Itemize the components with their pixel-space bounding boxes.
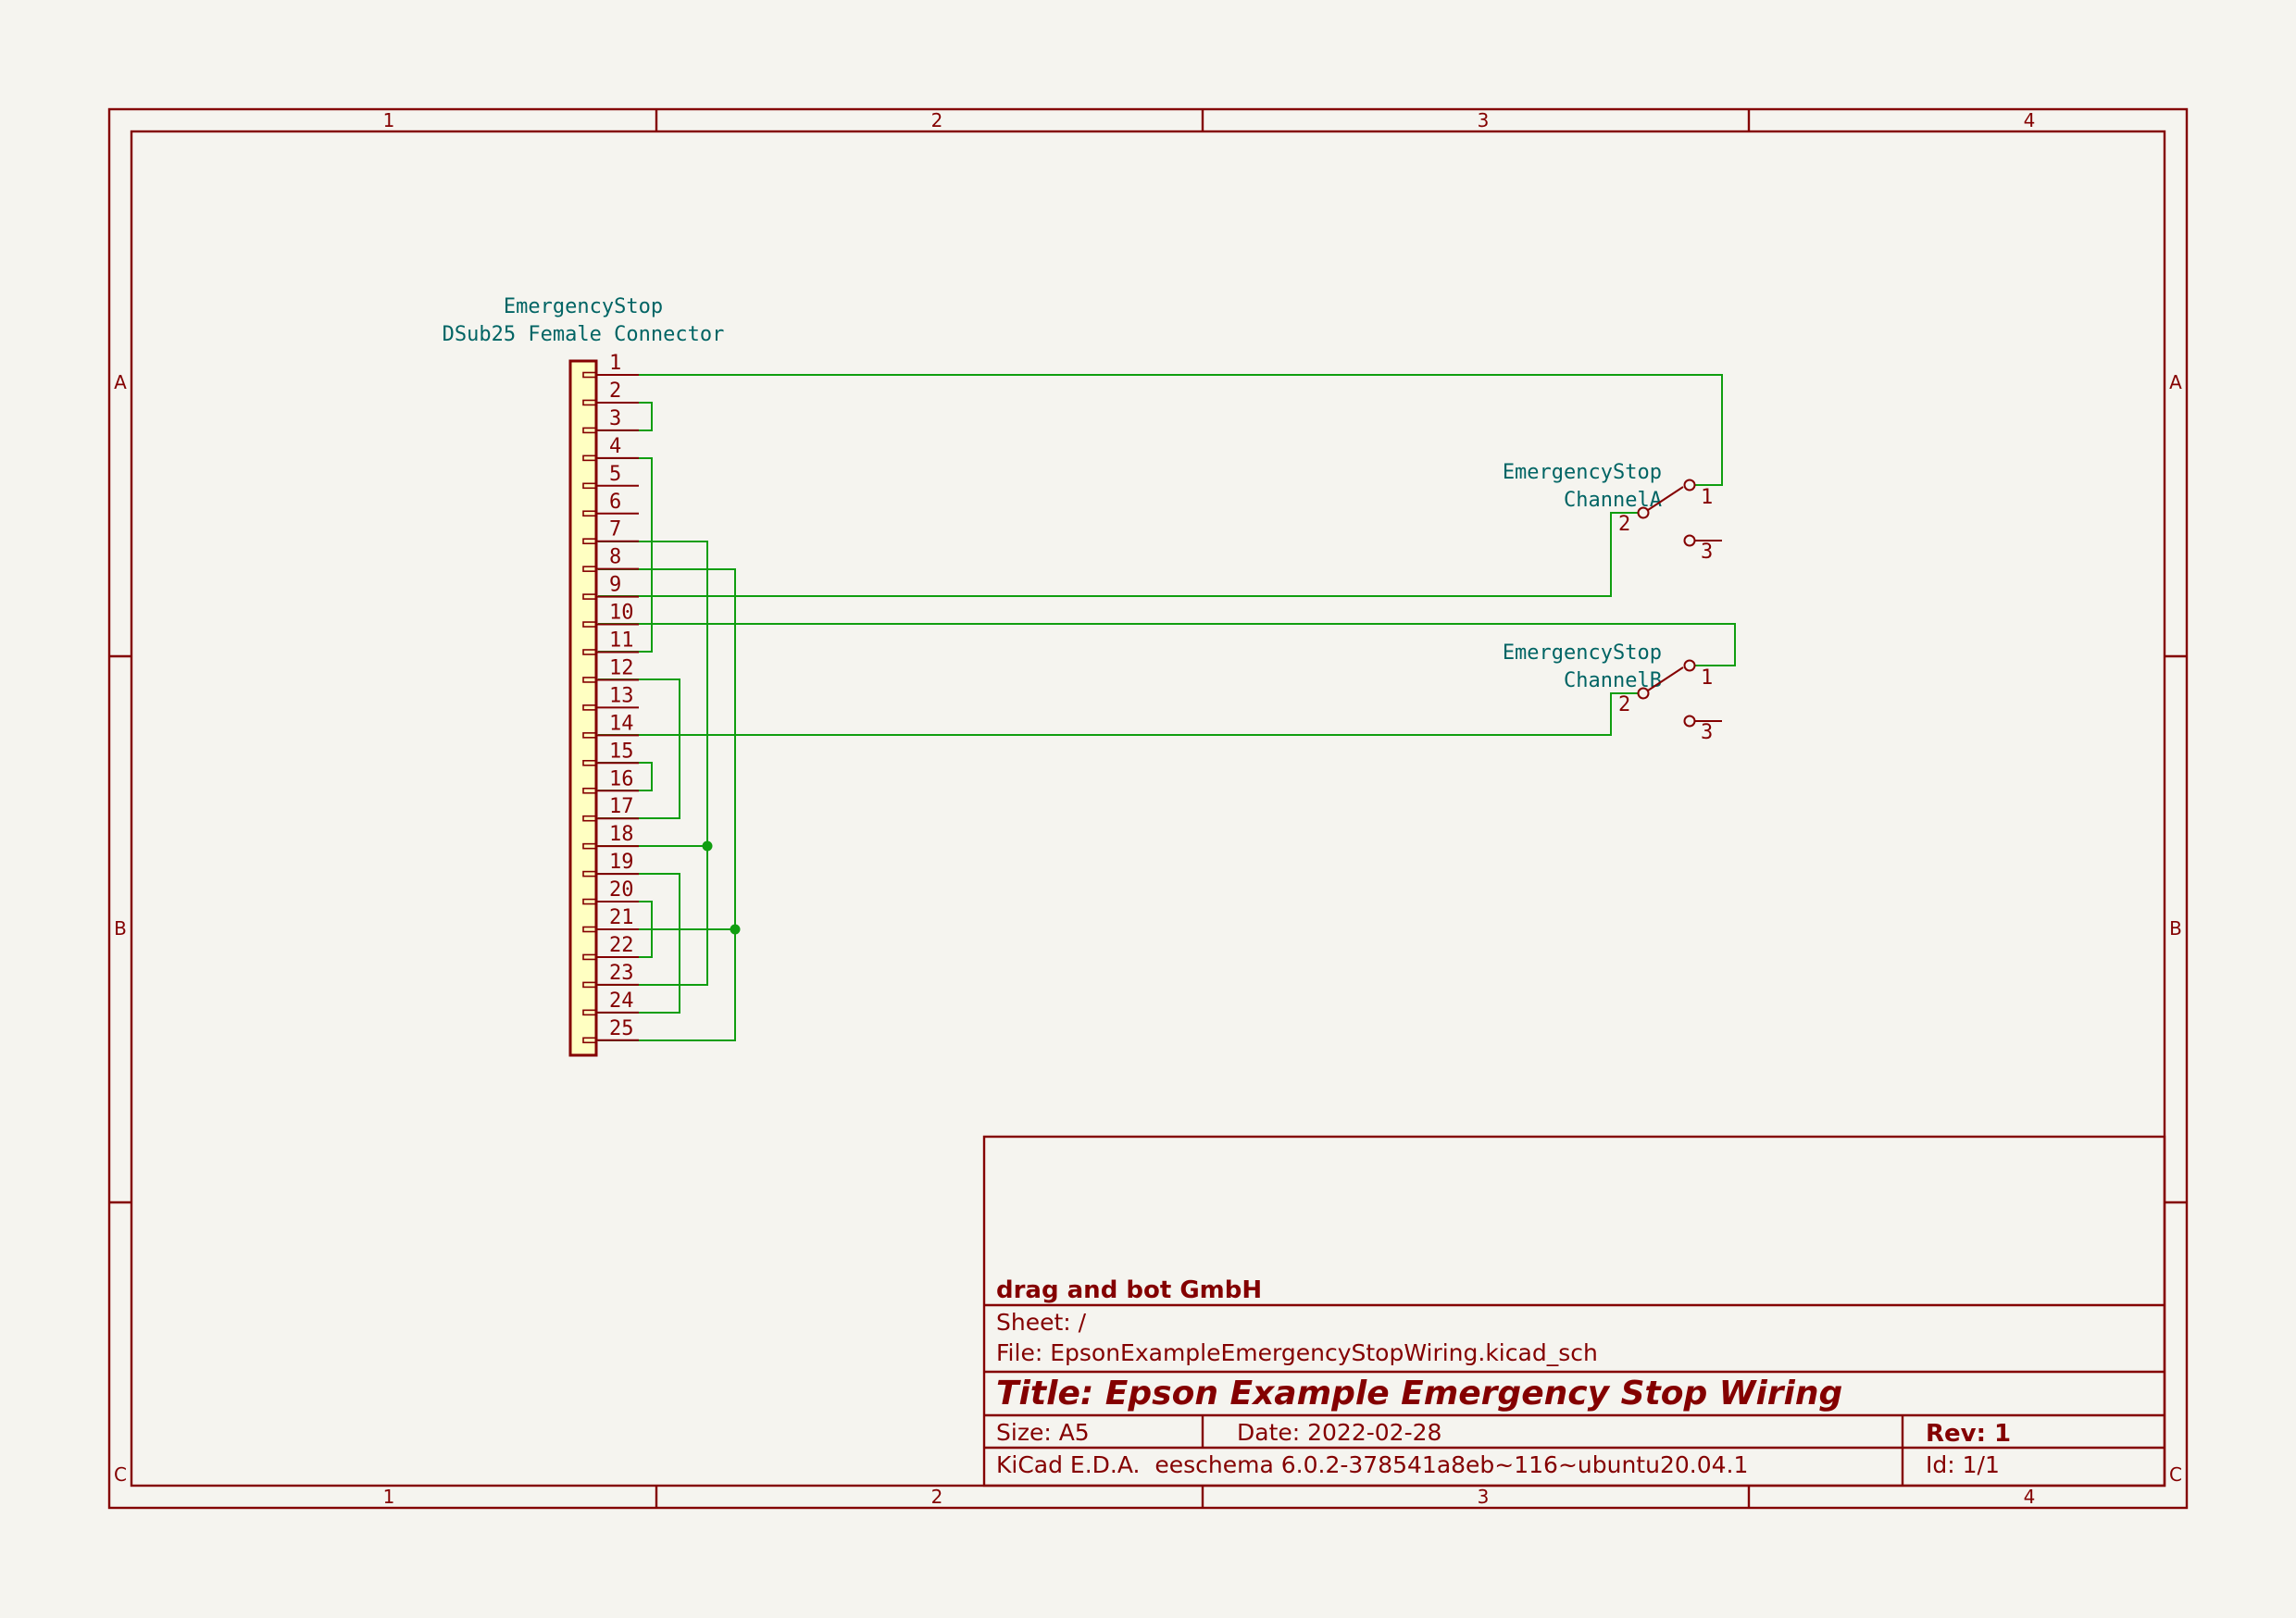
column-label-bottom-2: 2 bbox=[931, 1486, 943, 1508]
connector-pin-number: 16 bbox=[609, 767, 634, 790]
column-label-top-3: 3 bbox=[1478, 109, 1490, 131]
wire-pin14-switch-b bbox=[598, 692, 1639, 736]
connector-pin-number: 11 bbox=[609, 629, 634, 653]
row-label-right-b: B bbox=[2169, 917, 2182, 940]
switch-a-pin-3: 3 bbox=[1701, 541, 1713, 564]
connector-pin-number: 13 bbox=[609, 684, 634, 707]
connector-pin-number: 25 bbox=[609, 1017, 634, 1040]
dsub25-connector: EmergencyStop DSub25 Female Connector 12… bbox=[443, 295, 725, 1057]
connector-pin-number: 18 bbox=[609, 823, 634, 846]
switch-a-pin-2: 2 bbox=[1618, 513, 1630, 536]
title-block-title: Title: Epson Example Emergency Stop Wiri… bbox=[996, 1375, 1842, 1413]
title-block: drag and bot GmbH Sheet: / File: EpsonEx… bbox=[982, 1135, 2166, 1487]
switch-a-contact-2 bbox=[1637, 506, 1650, 519]
title-block-id: Id: 1/1 bbox=[1926, 1451, 2000, 1478]
title-block-company: drag and bot GmbH bbox=[996, 1276, 1262, 1304]
connector-pin-number: 7 bbox=[609, 518, 621, 541]
row-label-right-c: C bbox=[2169, 1463, 2182, 1486]
connector-pin-number: 5 bbox=[609, 463, 621, 486]
switch-b-ref: EmergencyStop bbox=[1503, 641, 1662, 665]
connector-pin-number: 21 bbox=[609, 906, 634, 929]
title-block-size: Size: A5 bbox=[996, 1419, 1090, 1446]
connector-pin-number: 22 bbox=[609, 934, 634, 957]
junction-pin21 bbox=[730, 924, 741, 935]
switch-b-contact-2 bbox=[1637, 687, 1650, 700]
connector-pin-number: 15 bbox=[609, 740, 634, 763]
switch-b-pin-3: 3 bbox=[1701, 721, 1713, 744]
connector-pin-number: 2 bbox=[609, 380, 621, 403]
column-label-bottom-3: 3 bbox=[1478, 1486, 1490, 1508]
junction-pin18 bbox=[702, 840, 713, 852]
connector-pin-number: 14 bbox=[609, 712, 634, 735]
column-label-bottom-4: 4 bbox=[2024, 1486, 2036, 1508]
switch-b-pin-2: 2 bbox=[1618, 693, 1630, 716]
connector-pin-number: 23 bbox=[609, 962, 634, 985]
switch-a-contact-3 bbox=[1683, 534, 1696, 547]
column-label-top-4: 4 bbox=[2024, 109, 2036, 131]
connector-pin-number: 8 bbox=[609, 546, 621, 569]
switch-a-pin-1: 1 bbox=[1701, 486, 1713, 509]
title-block-file: File: EpsonExampleEmergencyStopWiring.ki… bbox=[996, 1339, 1598, 1366]
column-label-top-2: 2 bbox=[931, 109, 943, 131]
connector-pin-number: 12 bbox=[609, 656, 634, 679]
connector-pin-number: 9 bbox=[609, 574, 621, 597]
title-block-rev: Rev: 1 bbox=[1926, 1420, 2011, 1448]
frame-row-dividers bbox=[109, 654, 2187, 1204]
column-label-top-1: 1 bbox=[383, 109, 395, 131]
connector-pin-number: 17 bbox=[609, 795, 634, 818]
switch-b-contact-1 bbox=[1683, 659, 1696, 672]
connector-pin-number: 3 bbox=[609, 407, 621, 430]
connector-value: DSub25 Female Connector bbox=[443, 323, 725, 346]
wire-pin9-switch-a bbox=[598, 512, 1639, 597]
column-label-bottom-1: 1 bbox=[383, 1486, 395, 1508]
title-block-date: Date: 2022-02-28 bbox=[1237, 1419, 1441, 1446]
schematic-sheet: 1 2 3 4 1 2 3 4 A B C A B C EmergencySto… bbox=[107, 107, 2189, 1510]
connector-pin-number: 24 bbox=[609, 989, 634, 1013]
connector-pin-number: 20 bbox=[609, 878, 634, 902]
row-label-left-a: A bbox=[114, 371, 127, 393]
connector-pin-number: 1 bbox=[609, 352, 621, 375]
row-label-left-c: C bbox=[114, 1463, 127, 1486]
connector-pin-number: 19 bbox=[609, 851, 634, 874]
title-block-sheet: Sheet: / bbox=[996, 1309, 1087, 1336]
switch-a-ref: EmergencyStop bbox=[1503, 461, 1662, 484]
connector-pin-number: 4 bbox=[609, 435, 621, 458]
row-label-left-b: B bbox=[114, 917, 127, 940]
row-label-right-a: A bbox=[2169, 371, 2182, 393]
title-block-tool: KiCad E.D.A. eeschema 6.0.2-378541a8eb~1… bbox=[996, 1451, 1748, 1478]
switch-b-pin-1: 1 bbox=[1701, 666, 1713, 690]
wire-pin2-pin3 bbox=[598, 402, 653, 431]
switch-b-contact-3 bbox=[1683, 715, 1696, 728]
connector-pin-number: 6 bbox=[609, 491, 621, 514]
switch-a-contact-1 bbox=[1683, 479, 1696, 492]
connector-pin-number: 10 bbox=[609, 602, 634, 625]
connector-ref: EmergencyStop bbox=[504, 295, 663, 318]
